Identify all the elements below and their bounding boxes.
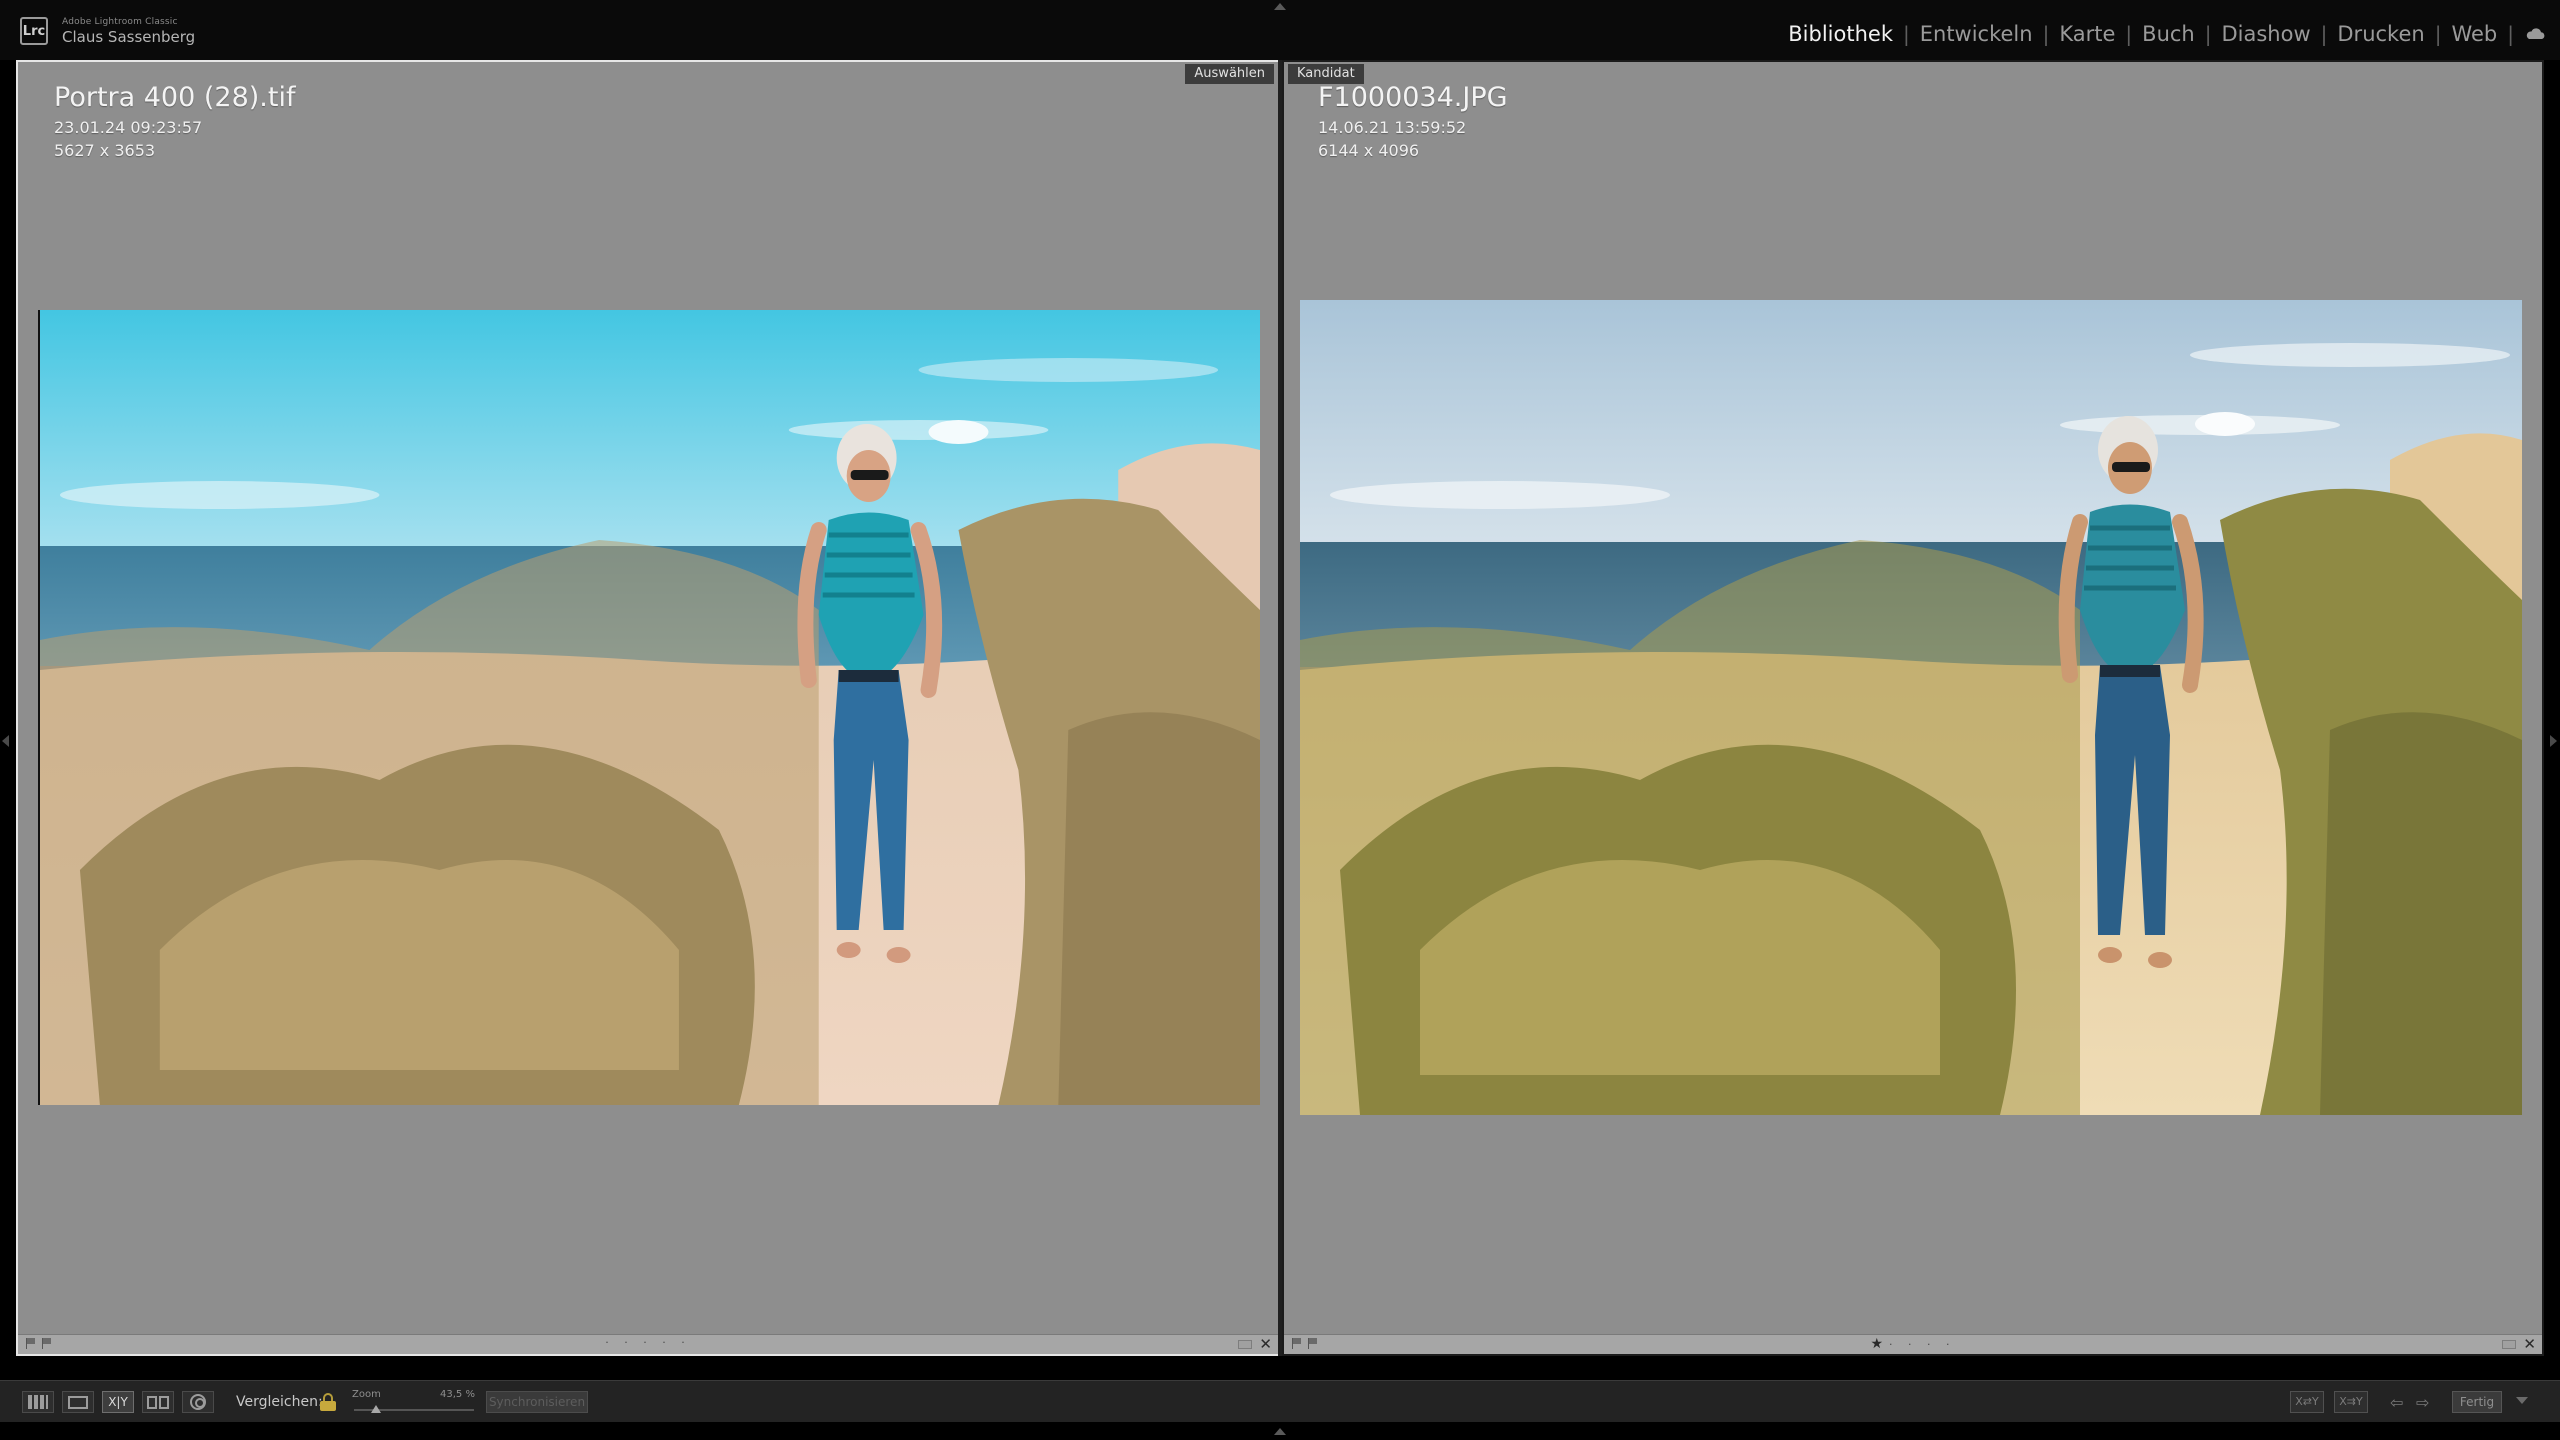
- module-diashow[interactable]: Diashow: [2217, 22, 2314, 46]
- select-star-rating[interactable]: · · · · ·: [605, 1336, 690, 1349]
- select-photo-image: [40, 310, 1260, 1105]
- module-web[interactable]: Web: [2447, 22, 2501, 46]
- select-dimensions: 5627 x 3653: [54, 140, 156, 160]
- cloud-sync-icon[interactable]: [2524, 28, 2546, 40]
- survey-view-button[interactable]: [142, 1391, 174, 1413]
- module-separator: |: [2042, 22, 2050, 46]
- candidate-info-overlay: F1000034.JPG 14.06.21 13:59:52 6144 x 40…: [1318, 82, 1508, 160]
- candidate-filename: F1000034.JPG: [1318, 82, 1508, 113]
- close-icon[interactable]: ✕: [2523, 1335, 2536, 1353]
- select-pane-toolbar: · · · · · ✕: [18, 1334, 1278, 1354]
- left-panel-toggle-icon[interactable]: [2, 735, 9, 747]
- close-icon[interactable]: ✕: [1259, 1335, 1272, 1353]
- chevron-down-icon[interactable]: [2516, 1397, 2528, 1404]
- grid-view-button[interactable]: [22, 1391, 54, 1413]
- top-panel-toggle-icon[interactable]: [1274, 3, 1286, 10]
- module-separator: |: [2507, 22, 2514, 46]
- compare-view-button[interactable]: X|Y: [102, 1391, 134, 1413]
- flag-pick-icon[interactable]: [1308, 1338, 1318, 1349]
- grid-view-icon: [28, 1395, 48, 1409]
- product-name: Adobe Lightroom Classic: [62, 16, 178, 27]
- user-name: Claus Sassenberg: [62, 27, 196, 46]
- candidate-pane-toolbar: ★· · · · ✕: [1284, 1334, 2542, 1354]
- candidate-pane[interactable]: F1000034.JPG 14.06.21 13:59:52 6144 x 40…: [1282, 60, 2544, 1356]
- lock-icon[interactable]: [320, 1393, 336, 1411]
- module-separator: |: [1902, 22, 1910, 46]
- zoom-slider-thumb[interactable]: [370, 1405, 381, 1413]
- module-separator: |: [2320, 22, 2328, 46]
- arrow-left-icon[interactable]: ⇦: [2390, 1393, 2403, 1412]
- select-pane[interactable]: Portra 400 (28).tif 23.01.24 09:23:57 56…: [16, 60, 1280, 1356]
- module-bibliothek[interactable]: Bibliothek: [1784, 22, 1897, 46]
- top-panel: Lrc Adobe Lightroom Classic Claus Sassen…: [0, 0, 2560, 60]
- sync-button[interactable]: Synchronisieren: [486, 1391, 588, 1413]
- arrow-right-icon[interactable]: ⇨: [2416, 1393, 2429, 1412]
- loupe-view-icon: [68, 1395, 88, 1409]
- select-info-overlay: Portra 400 (28).tif 23.01.24 09:23:57 56…: [54, 82, 295, 160]
- module-separator: |: [2125, 22, 2133, 46]
- done-button[interactable]: Fertig: [2452, 1391, 2502, 1413]
- people-view-button[interactable]: [182, 1391, 214, 1413]
- make-select-button[interactable]: X⇉Y: [2334, 1391, 2368, 1413]
- flag-unflagged-icon[interactable]: [1292, 1338, 1302, 1349]
- lrc-logo: Lrc: [20, 17, 48, 45]
- select-datetime: 23.01.24 09:23:57: [54, 118, 203, 138]
- loupe-view-button[interactable]: [62, 1391, 94, 1413]
- module-picker: Bibliothek | Entwickeln | Karte | Buch |…: [1784, 22, 2520, 46]
- candidate-photo[interactable]: [1300, 300, 2522, 1115]
- select-filename: Portra 400 (28).tif: [54, 82, 296, 113]
- flag-pick-icon[interactable]: [42, 1338, 52, 1349]
- swap-button[interactable]: X⇄Y: [2290, 1391, 2324, 1413]
- flag-unflagged-icon[interactable]: [26, 1338, 36, 1349]
- zoom-value: 43,5 %: [440, 1389, 475, 1400]
- survey-view-icon: [147, 1395, 169, 1409]
- module-separator: |: [2204, 22, 2212, 46]
- module-entwickeln[interactable]: Entwickeln: [1916, 22, 2037, 46]
- candidate-dimensions: 6144 x 4096: [1318, 140, 1420, 160]
- candidate-color-label[interactable]: [2502, 1340, 2516, 1349]
- right-panel-toggle-icon[interactable]: [2550, 735, 2557, 747]
- filmstrip-toggle-icon[interactable]: [1274, 1428, 1286, 1435]
- candidate-tag: Kandidat: [1288, 64, 1364, 84]
- compare-view-icon: X|Y: [108, 1395, 128, 1409]
- select-color-label[interactable]: [1238, 1340, 1252, 1349]
- module-drucken[interactable]: Drucken: [2333, 22, 2428, 46]
- zoom-label: Zoom: [352, 1389, 381, 1400]
- people-view-icon: [190, 1394, 206, 1410]
- bottom-toolbar: X|Y Vergleichen: Zoom 43,5 % Synchronisi…: [0, 1380, 2560, 1422]
- candidate-photo-image: [1300, 300, 2522, 1115]
- identity-plate: Lrc Adobe Lightroom Classic Claus Sassen…: [20, 17, 195, 45]
- module-karte[interactable]: Karte: [2055, 22, 2119, 46]
- module-buch[interactable]: Buch: [2138, 22, 2199, 46]
- module-separator: |: [2434, 22, 2442, 46]
- candidate-star-rating[interactable]: ★· · · ·: [1870, 1336, 1955, 1352]
- compare-label: Vergleichen:: [236, 1394, 323, 1410]
- select-photo[interactable]: [38, 310, 1260, 1105]
- select-tag: Auswählen: [1185, 64, 1274, 84]
- candidate-datetime: 14.06.21 13:59:52: [1318, 118, 1467, 138]
